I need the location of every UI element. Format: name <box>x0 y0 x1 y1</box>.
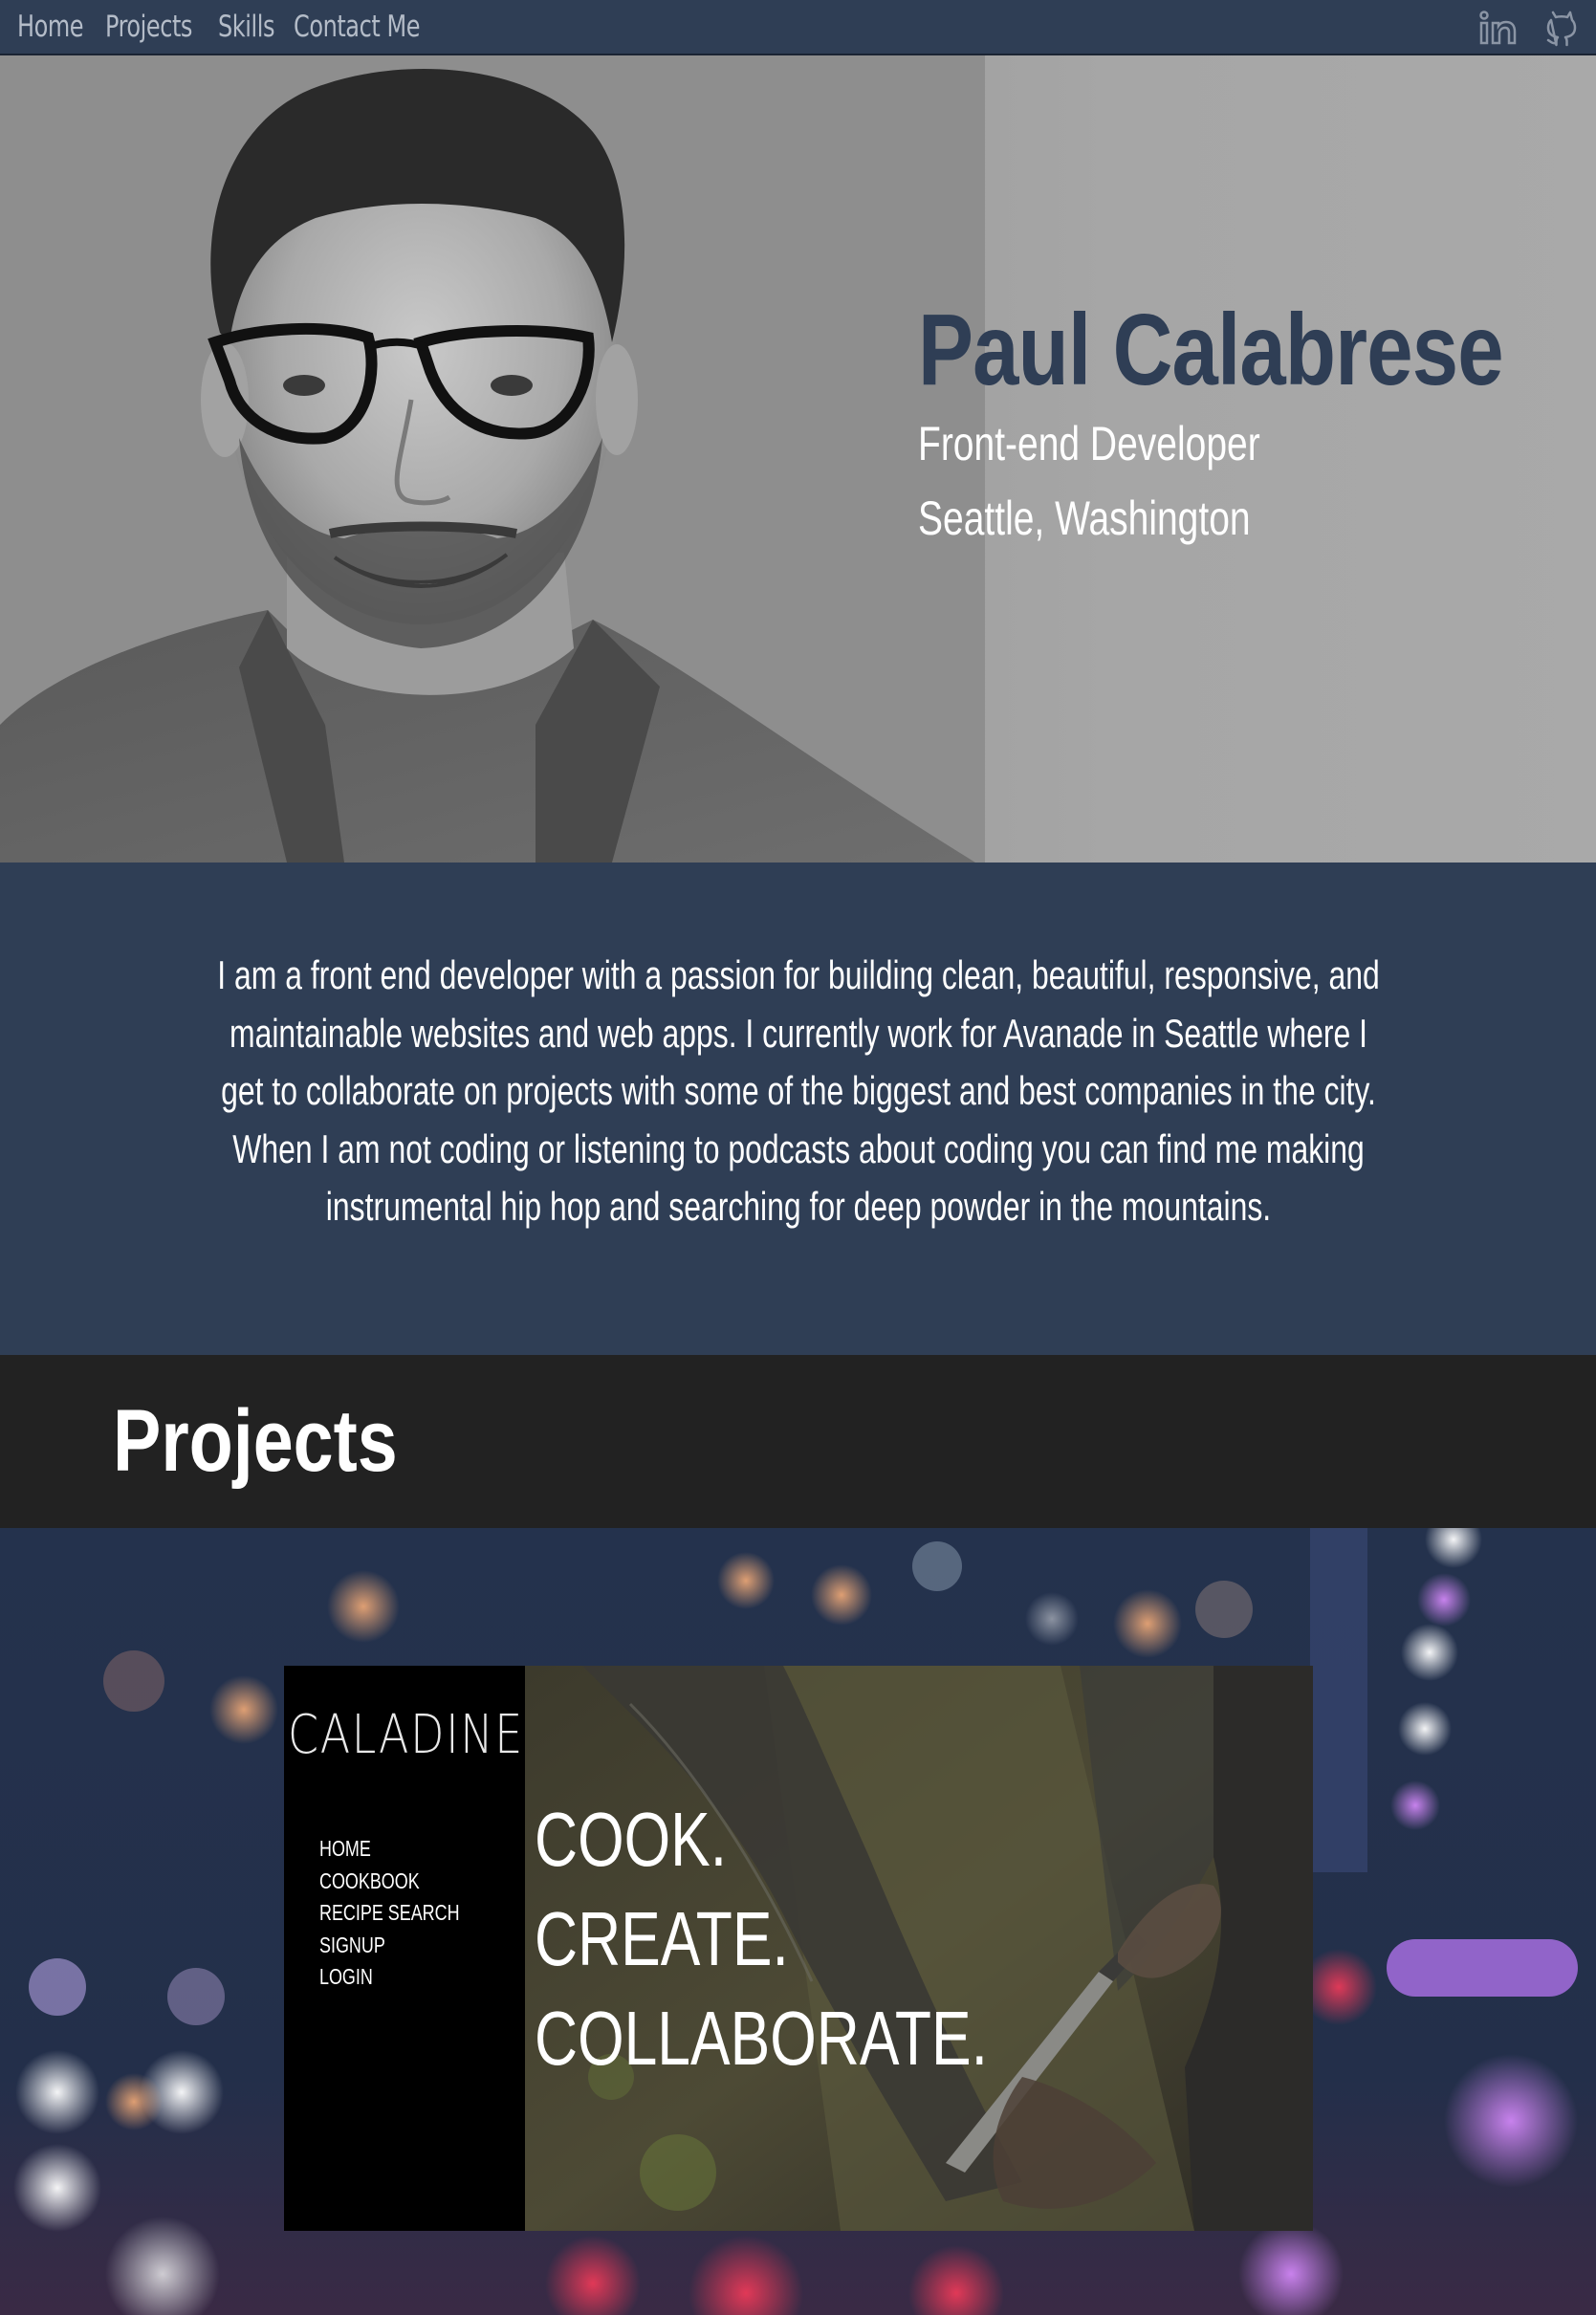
about-text: I am a front end developer with a passio… <box>216 952 1380 1229</box>
caladine-menu-login: LOGIN <box>319 1964 373 1989</box>
top-navbar: Home Projects Skills Contact Me <box>0 0 1596 55</box>
caladine-menu: HOME COOKBOOK RECIPE SEARCH SIGNUP LOGIN <box>319 1833 499 1994</box>
caladine-menu-signup: SIGNUP <box>319 1932 385 1957</box>
project-card-caladine[interactable]: CALADINE HOME COOKBOOK RECIPE SEARCH SIG… <box>284 1666 1313 2231</box>
projects-section: CALADINE HOME COOKBOOK RECIPE SEARCH SIG… <box>0 1528 1596 2315</box>
projects-heading: Projects <box>113 1392 398 1490</box>
caladine-logo: CALADINE <box>288 1704 524 1766</box>
hero-location: Seattle, Washington <box>918 491 1251 545</box>
hero-text: Paul Calabrese Front-end Developer Seatt… <box>918 299 1596 556</box>
hero-title: Front-end Developer <box>918 417 1260 470</box>
caladine-menu-recipe-search: RECIPE SEARCH <box>319 1900 460 1925</box>
nav-link-home[interactable]: Home <box>17 10 84 44</box>
tagline-create: CREATE. <box>535 1896 789 1981</box>
projects-header: Projects <box>0 1355 1596 1528</box>
tagline-cook: COOK. <box>535 1797 728 1882</box>
tagline-collaborate: COLLABORATE. <box>535 1996 988 2081</box>
nav-link-skills[interactable]: Skills <box>218 10 274 44</box>
about-section: I am a front end developer with a passio… <box>0 863 1596 1355</box>
linkedin-icon[interactable] <box>1479 9 1518 47</box>
social-icons <box>1479 0 1581 55</box>
caladine-tagline: COOK. CREATE. COLLABORATE. <box>535 1790 1116 2088</box>
hero-name: Paul Calabrese <box>918 294 1504 406</box>
nav-links: Home Projects Skills Contact Me <box>0 0 457 54</box>
nav-link-projects[interactable]: Projects <box>105 10 192 44</box>
caladine-sidebar: CALADINE HOME COOKBOOK RECIPE SEARCH SIG… <box>284 1666 525 2231</box>
profile-photo <box>0 55 985 863</box>
nav-link-contact[interactable]: Contact Me <box>294 10 421 44</box>
github-icon[interactable] <box>1542 9 1581 47</box>
caladine-menu-home: HOME <box>319 1836 371 1861</box>
caladine-menu-cookbook: COOKBOOK <box>319 1867 420 1893</box>
hero-section: Paul Calabrese Front-end Developer Seatt… <box>0 55 1596 863</box>
